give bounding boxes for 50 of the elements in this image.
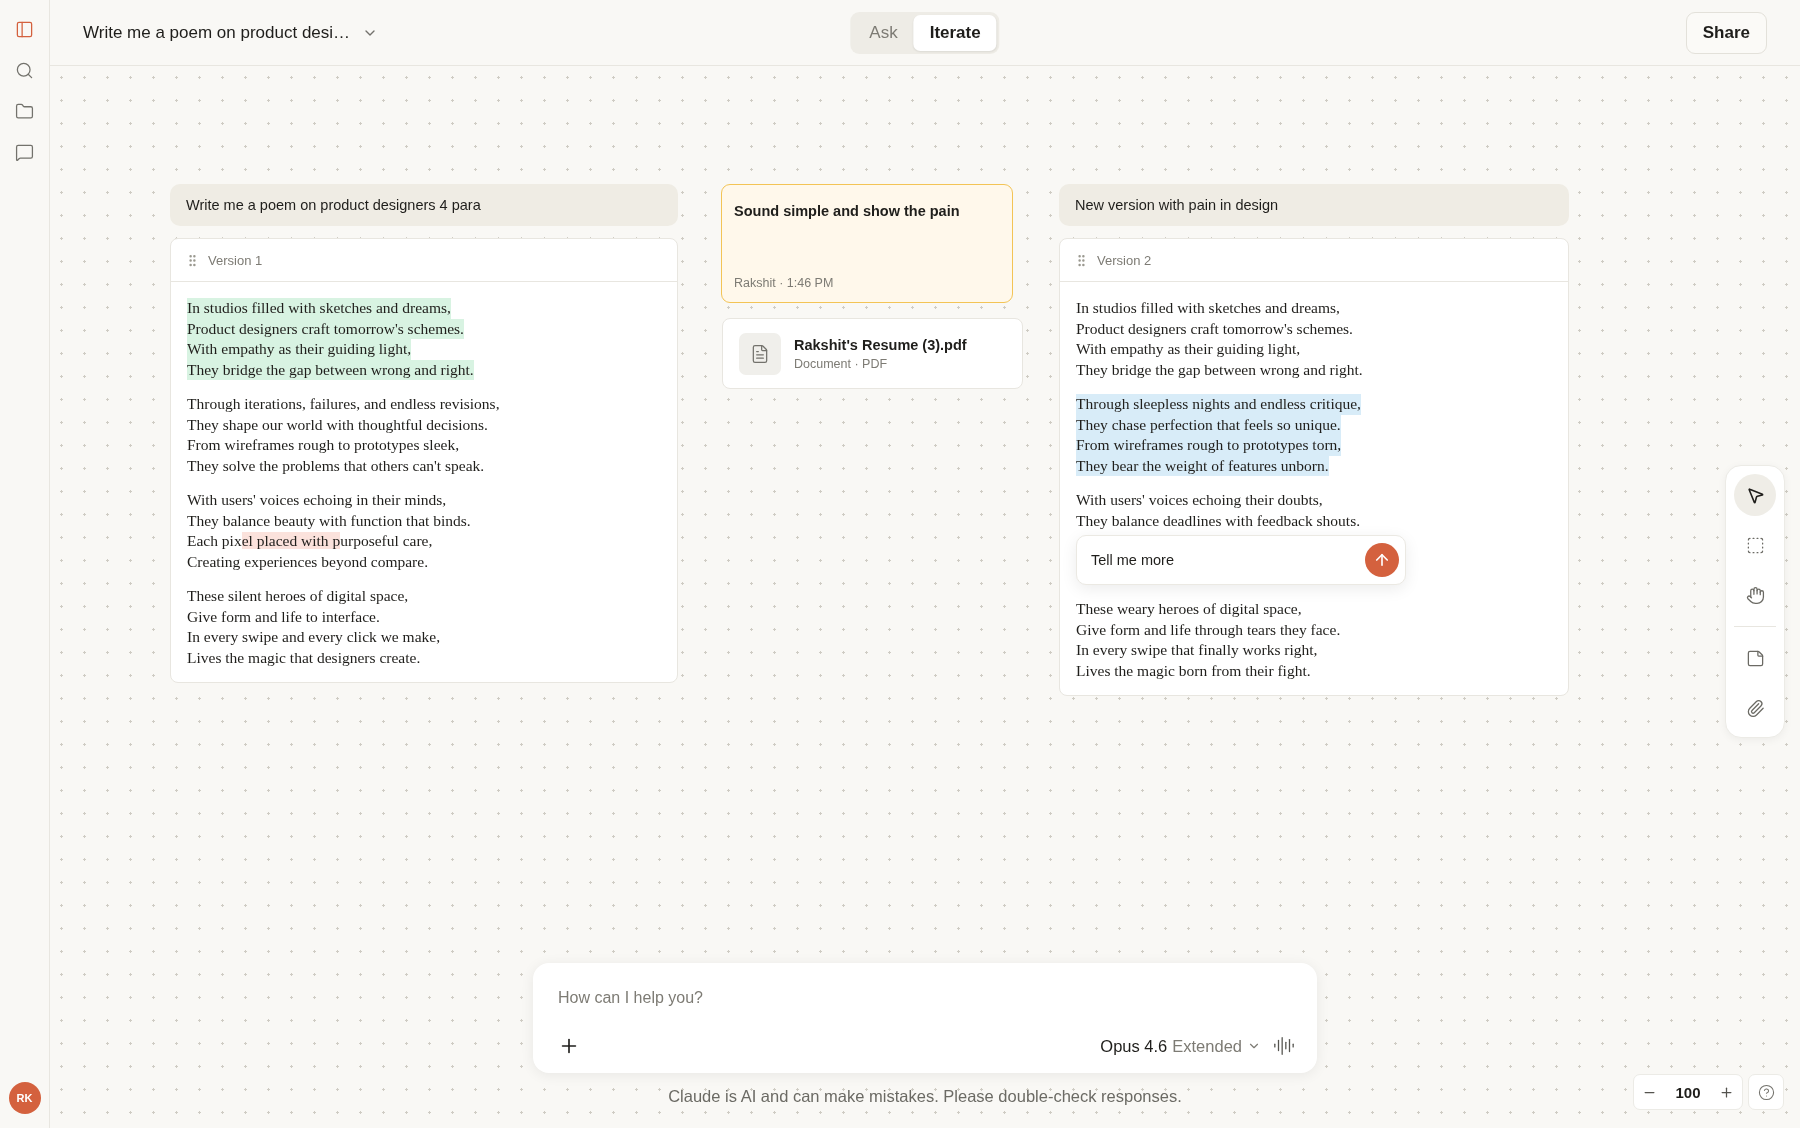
help-icon [1757,1083,1775,1101]
attachment-card[interactable]: Rakshit's Resume (3).pdf Document · PDF [722,318,1023,389]
user-avatar[interactable]: RK [8,1082,41,1114]
poem-line: Creating experiences beyond compare. [187,551,428,572]
note-meta: Rakshit · 1:46 PM [734,276,835,290]
poem-line: With empathy as their guiding light, [1076,339,1301,359]
file-name: Rakshit's Resume (3).pdf [794,336,967,353]
note-title: Sound simple and show the pain [734,203,961,219]
mode-tab[interactable]: Iterate [913,14,997,51]
prompt-input[interactable]: Tell me more [1089,551,1365,569]
send-button[interactable] [1365,543,1399,577]
poem-line: Give form and life through tears they face. [1076,619,1341,640]
help-button[interactable] [1748,1074,1784,1110]
voice-icon[interactable] [1273,1035,1295,1057]
zoom-in-icon[interactable] [1719,1084,1734,1100]
inline-prompt-field[interactable]: Tell me more [1076,535,1406,585]
poem-line: Product designers craft tomorrow's schemes. [1076,318,1353,339]
model-selector[interactable]: Opus 4.6 Extended [1100,1036,1261,1056]
zoom-value: 100 [1675,1083,1701,1101]
poem-line: With users' voices echoing in their minds, [187,490,447,510]
poem-line: In every swipe and every click we make, [187,627,441,647]
poem-line: They solve the problems that others can't speak. [187,455,485,476]
document-icon [739,332,781,375]
poem-line: They shape our world with thoughtful decisions. [187,414,488,435]
poem-line: Lives the magic born from their fight. [1076,660,1311,681]
poem-line: Lives the magic that designers create. [187,647,421,668]
poem-line: They bridge the gap between wrong and right. [1076,359,1363,380]
poem-line: These weary heroes of digital space, [1076,599,1302,619]
poem-line: Through iterations, failures, and endless revisions, [187,394,500,414]
share-button[interactable]: Share [1685,11,1767,54]
version-label: Version 1 [208,252,263,268]
poem-line: They balance beauty with function that binds. [187,510,471,531]
mode-tab[interactable]: Ask [853,14,914,51]
pointer-icon[interactable] [1734,474,1776,516]
poem-line: These silent heroes of digital space, [187,586,409,606]
poem-line: With users' voices echoing their doubts, [1076,490,1323,510]
sticky-note[interactable]: Sound simple and show the pain Rakshit · 1:46 PM [721,184,1013,303]
file-meta: Document · PDF [794,356,889,371]
poem-line: In studios filled with sketches and dreams, [1076,298,1340,318]
disclaimer: Claude is AI and can make mistakes. Please double-check responses. [668,1087,1182,1106]
version-label: Version 2 [1097,252,1152,268]
poem-line: Give form and life to interface. [187,606,380,627]
message-field[interactable]: How can I help you? [558,989,1295,1007]
poem-line: They balance deadlines with feedback shouts. [1076,510,1361,531]
chat-title[interactable]: Write me a poem on product desi… [83,22,379,43]
prompt-card: New version with pain in design [1059,184,1569,226]
poem-line: In every swipe that finally works right, [1076,640,1318,660]
poem-line: From wireframes rough to prototypes sleek, [187,435,460,455]
prompt-card: Write me a poem on product designers 4 para [170,184,678,226]
poem-line: Each pixel placed with purposeful care, [187,531,433,551]
